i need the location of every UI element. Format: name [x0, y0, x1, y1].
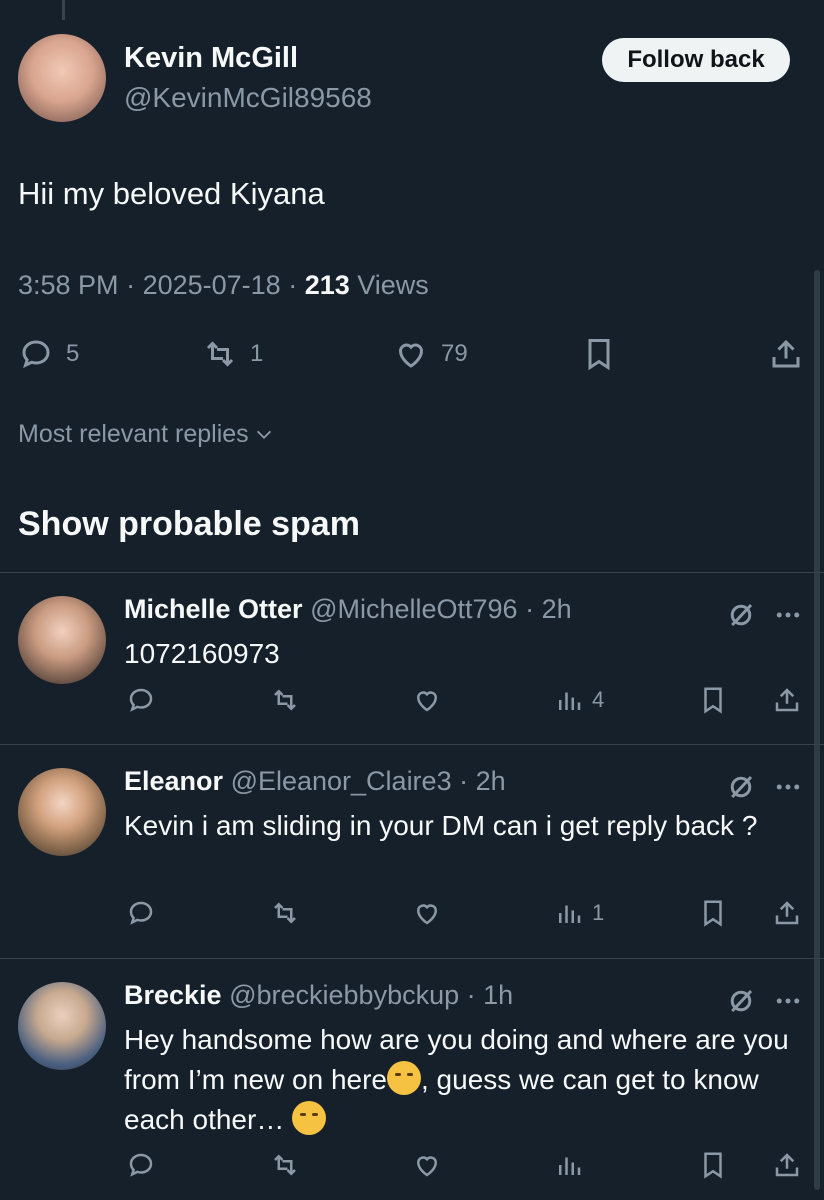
- avatar[interactable]: [18, 596, 106, 684]
- reply-header: Eleanor @Eleanor_Claire3 · 2h: [124, 766, 506, 796]
- sort-replies-dropdown[interactable]: Most relevant replies: [18, 420, 275, 449]
- reply-button[interactable]: [126, 685, 156, 715]
- reply-button[interactable]: 5: [18, 336, 79, 372]
- tweet-time: 3:58 PM: [18, 270, 119, 300]
- bookmark-icon: [704, 687, 722, 714]
- views-count: 4: [592, 687, 605, 712]
- reply-actions: 4: [0, 685, 824, 725]
- reply-name[interactable]: Michelle Otter: [124, 594, 303, 624]
- smiling-emoji-icon: [292, 1101, 327, 1135]
- reply-header: Breckie @breckiebbybckup · 1h: [124, 980, 514, 1010]
- retweet-icon: [274, 1154, 296, 1176]
- retweet-button[interactable]: [270, 1150, 300, 1180]
- tweet-date: 2025-07-18: [142, 270, 281, 300]
- share-button[interactable]: [772, 1150, 802, 1180]
- bookmark-icon: [588, 339, 610, 371]
- views-button[interactable]: 1: [554, 898, 604, 928]
- reply-handle[interactable]: @breckiebbybckup: [229, 980, 459, 1010]
- views-icon: [559, 692, 581, 710]
- like-icon: [398, 343, 424, 368]
- share-button[interactable]: [768, 336, 804, 372]
- tweet-text: Hii my beloved Kiyana: [18, 176, 325, 211]
- reply-icon: [22, 340, 50, 369]
- thread-line: [62, 0, 65, 20]
- reply-text: Kevin i am sliding in your DM can i get …: [124, 810, 758, 841]
- like-icon: [416, 691, 438, 712]
- views-label[interactable]: Views: [357, 270, 429, 300]
- reply-time[interactable]: 2h: [476, 766, 506, 796]
- reply-item[interactable]: Eleanor @Eleanor_Claire3 · 2h Kevin i am…: [0, 744, 824, 958]
- bookmark-icon: [704, 1152, 722, 1179]
- reply-icon: [129, 901, 153, 925]
- reply-header: Michelle Otter @MichelleOtt796 · 2h: [124, 594, 572, 624]
- more-icon[interactable]: [772, 986, 804, 1016]
- share-icon: [775, 901, 799, 925]
- sort-label: Most relevant replies: [18, 420, 249, 448]
- reply-name[interactable]: Eleanor: [124, 766, 223, 796]
- grok-icon[interactable]: [726, 772, 756, 802]
- views-icon: [559, 905, 581, 923]
- views-icon: [559, 1157, 581, 1175]
- grok-icon[interactable]: [726, 600, 756, 630]
- like-button[interactable]: [412, 898, 442, 928]
- reply-icon: [129, 688, 153, 712]
- chevron-down-icon: [256, 430, 271, 439]
- retweet-icon: [206, 341, 234, 367]
- reply-button[interactable]: [126, 898, 156, 928]
- reply-icon: [129, 1153, 153, 1177]
- reply-button[interactable]: [126, 1150, 156, 1180]
- reply-handle[interactable]: @Eleanor_Claire3: [231, 766, 452, 796]
- bookmark-button[interactable]: [698, 685, 728, 715]
- avatar[interactable]: [18, 982, 106, 1070]
- like-button[interactable]: [412, 685, 442, 715]
- author-avatar[interactable]: [18, 34, 106, 122]
- like-button[interactable]: [412, 1150, 442, 1180]
- like-button[interactable]: 79: [393, 336, 468, 372]
- reply-count: 5: [66, 340, 80, 367]
- reply-name[interactable]: Breckie: [124, 980, 222, 1010]
- retweet-button[interactable]: [270, 685, 300, 715]
- share-button[interactable]: [772, 685, 802, 715]
- share-icon: [772, 339, 800, 368]
- like-icon: [416, 1156, 438, 1177]
- reply-text: 1072160973: [124, 638, 280, 669]
- reply-handle[interactable]: @MichelleOtt796: [310, 594, 518, 624]
- pensive-emoji-icon: [387, 1061, 421, 1095]
- tweet-meta: 3:58 PM · 2025-07-18 · 213 Views: [18, 270, 429, 300]
- share-button[interactable]: [772, 898, 802, 928]
- share-icon: [775, 1153, 799, 1177]
- author-name[interactable]: Kevin McGill: [124, 42, 298, 75]
- retweet-icon: [274, 902, 296, 924]
- reply-item[interactable]: Breckie @breckiebbybckup · 1h Hey handso…: [0, 958, 824, 1200]
- views-button[interactable]: 4: [554, 685, 604, 715]
- bookmark-icon: [704, 900, 722, 927]
- reply-text: Hey handsome how are you doing and where…: [124, 1020, 814, 1140]
- avatar[interactable]: [18, 768, 106, 856]
- author-handle[interactable]: @KevinMcGil89568: [124, 82, 372, 114]
- reply-time[interactable]: 1h: [483, 980, 513, 1010]
- like-count: 79: [441, 340, 468, 367]
- more-icon[interactable]: [772, 772, 804, 802]
- bookmark-button[interactable]: [581, 336, 617, 372]
- retweet-icon: [274, 689, 296, 711]
- follow-back-button[interactable]: Follow back: [602, 38, 790, 82]
- share-icon: [775, 688, 799, 712]
- views-button[interactable]: [554, 1150, 592, 1180]
- retweet-button[interactable]: 1: [202, 336, 263, 372]
- retweet-button[interactable]: [270, 898, 300, 928]
- like-icon: [416, 904, 438, 925]
- reply-item[interactable]: Michelle Otter @MichelleOtt796 · 2h 1072…: [0, 572, 824, 744]
- grok-icon[interactable]: [726, 986, 756, 1016]
- bookmark-button[interactable]: [698, 1150, 728, 1180]
- tweet-actions: 5 1 79: [0, 334, 824, 378]
- reply-time[interactable]: 2h: [542, 594, 572, 624]
- reply-actions: [0, 1150, 824, 1190]
- views-count: 1: [592, 900, 605, 925]
- reply-actions: 1: [0, 898, 824, 938]
- views-count: 213: [304, 270, 350, 300]
- more-icon[interactable]: [772, 600, 804, 630]
- show-probable-spam[interactable]: Show probable spam: [18, 505, 360, 544]
- bookmark-button[interactable]: [698, 898, 728, 928]
- retweet-count: 1: [250, 340, 264, 367]
